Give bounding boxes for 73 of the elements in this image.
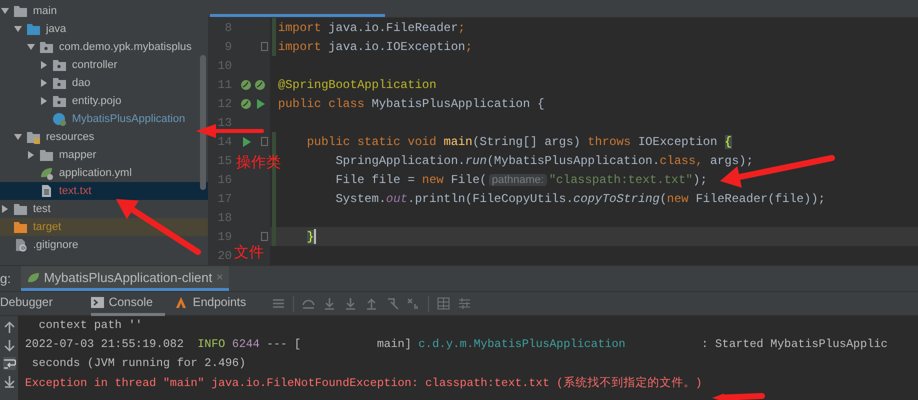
folder-icon: [13, 4, 28, 18]
collapsed-arrow-icon[interactable]: [0, 204, 10, 214]
panel-tab[interactable]: Endpoints: [174, 292, 258, 316]
annotation-label: 文件: [234, 243, 264, 262]
code-line: SpringApplication.run(MybatisPlusApplication.class, args);: [334, 154, 754, 168]
grid-icon[interactable]: [437, 297, 450, 310]
tree-item[interactable]: test: [0, 200, 55, 218]
tree-item[interactable]: application.yml: [0, 164, 136, 182]
up-arrow-icon[interactable]: [2, 321, 16, 334]
resources-folder-icon: [26, 130, 41, 144]
folder-icon: [26, 22, 41, 36]
settings-icon[interactable]: [458, 297, 472, 310]
folder-icon: [13, 220, 28, 234]
tree-item[interactable]: main: [0, 2, 61, 20]
tree-item[interactable]: dao: [0, 74, 94, 92]
leaf-file-icon: [39, 166, 54, 180]
run-icon[interactable]: [240, 136, 252, 148]
console-line: 2022-07-03 21:55:19.082 INFO 6244 --- [ main] c.d.y.m.MybatisPlusApplication : Started MybatisPlusApplic: [25, 337, 888, 353]
collapsed-arrow-icon[interactable]: [26, 150, 36, 160]
package-folder-icon: [39, 40, 54, 54]
panel-label: g:: [0, 271, 11, 286]
run-session-tab[interactable]: MybatisPlusApplication-client ×: [20, 266, 230, 291]
tree-item[interactable]: entity.pojo: [0, 92, 126, 110]
package-folder-icon: [52, 58, 67, 72]
annotation-label: 操作类: [236, 153, 281, 172]
fold-marker-icon[interactable]: [261, 232, 268, 241]
code-line: System.out.println(FileCopyUtils.copyToString(new FileReader(file));: [334, 192, 826, 206]
ignore-file-icon: [13, 238, 28, 252]
spring-leaf-icon: [26, 270, 40, 284]
down-arrow-icon[interactable]: [323, 297, 336, 310]
console-error-line: Exception in thread "main" java.io.FileNotFoundException: classpath:text.txt (系统找不到指定的文件。): [25, 375, 702, 392]
tree-item[interactable]: MybatisPlusApplication: [0, 110, 190, 128]
fold-marker-icon[interactable]: [261, 137, 268, 146]
bean-icon[interactable]: [254, 78, 266, 90]
panel-tab[interactable]: Debugger: [0, 292, 65, 316]
expanded-arrow-icon[interactable]: [13, 132, 23, 142]
code-line: public class MybatisPlusApplication {: [277, 96, 544, 110]
code-line: import java.io.FileReader;: [277, 20, 466, 34]
bean-icon[interactable]: [240, 78, 252, 90]
code-line: public static void main(String[] args) throws IOException {: [306, 134, 732, 148]
code-line: import java.io.IOException;: [277, 40, 472, 54]
bean-icon[interactable]: [240, 98, 252, 110]
tree-item[interactable]: target: [0, 218, 208, 236]
class-icon: [52, 112, 67, 126]
folder-icon: [13, 202, 28, 216]
code-line: @SpringBootApplication: [277, 78, 436, 92]
package-folder-icon: [52, 94, 67, 108]
code-line: File file = new File( pathname: "classpath:text.txt");: [334, 172, 708, 186]
console-line: context path '': [38, 318, 142, 334]
tree-item[interactable]: java: [0, 20, 70, 38]
scrollbar[interactable]: [200, 55, 206, 190]
up-arrow-icon[interactable]: [365, 297, 378, 310]
annotation-arrow: [712, 393, 765, 400]
text-file-icon: [39, 184, 54, 198]
tree-item[interactable]: mapper: [0, 146, 100, 164]
menu-icon[interactable]: [272, 297, 286, 310]
console-icon: [90, 296, 104, 308]
tree-item[interactable]: com.demo.ypk.mybatisplus: [0, 38, 196, 56]
tree-item[interactable]: controller: [0, 56, 122, 74]
down-arrow-icon[interactable]: [344, 297, 358, 310]
folder-icon: [39, 148, 54, 162]
tree-item[interactable]: resources: [0, 128, 98, 146]
endpoints-icon: [174, 296, 188, 308]
fold-marker-icon[interactable]: [261, 42, 268, 51]
package-folder-icon: [52, 76, 67, 90]
console-line: seconds (JVM running for 2.496): [30, 356, 246, 372]
scroll-to-end-icon[interactable]: [2, 375, 16, 388]
tree-item[interactable]: text.txt: [0, 182, 208, 200]
step-over-icon[interactable]: [302, 297, 316, 310]
down-arrow-icon[interactable]: [2, 339, 16, 352]
soft-wrap-icon[interactable]: [2, 357, 16, 370]
tree-item[interactable]: .gitignore: [0, 236, 82, 254]
run-icon[interactable]: [254, 98, 266, 110]
